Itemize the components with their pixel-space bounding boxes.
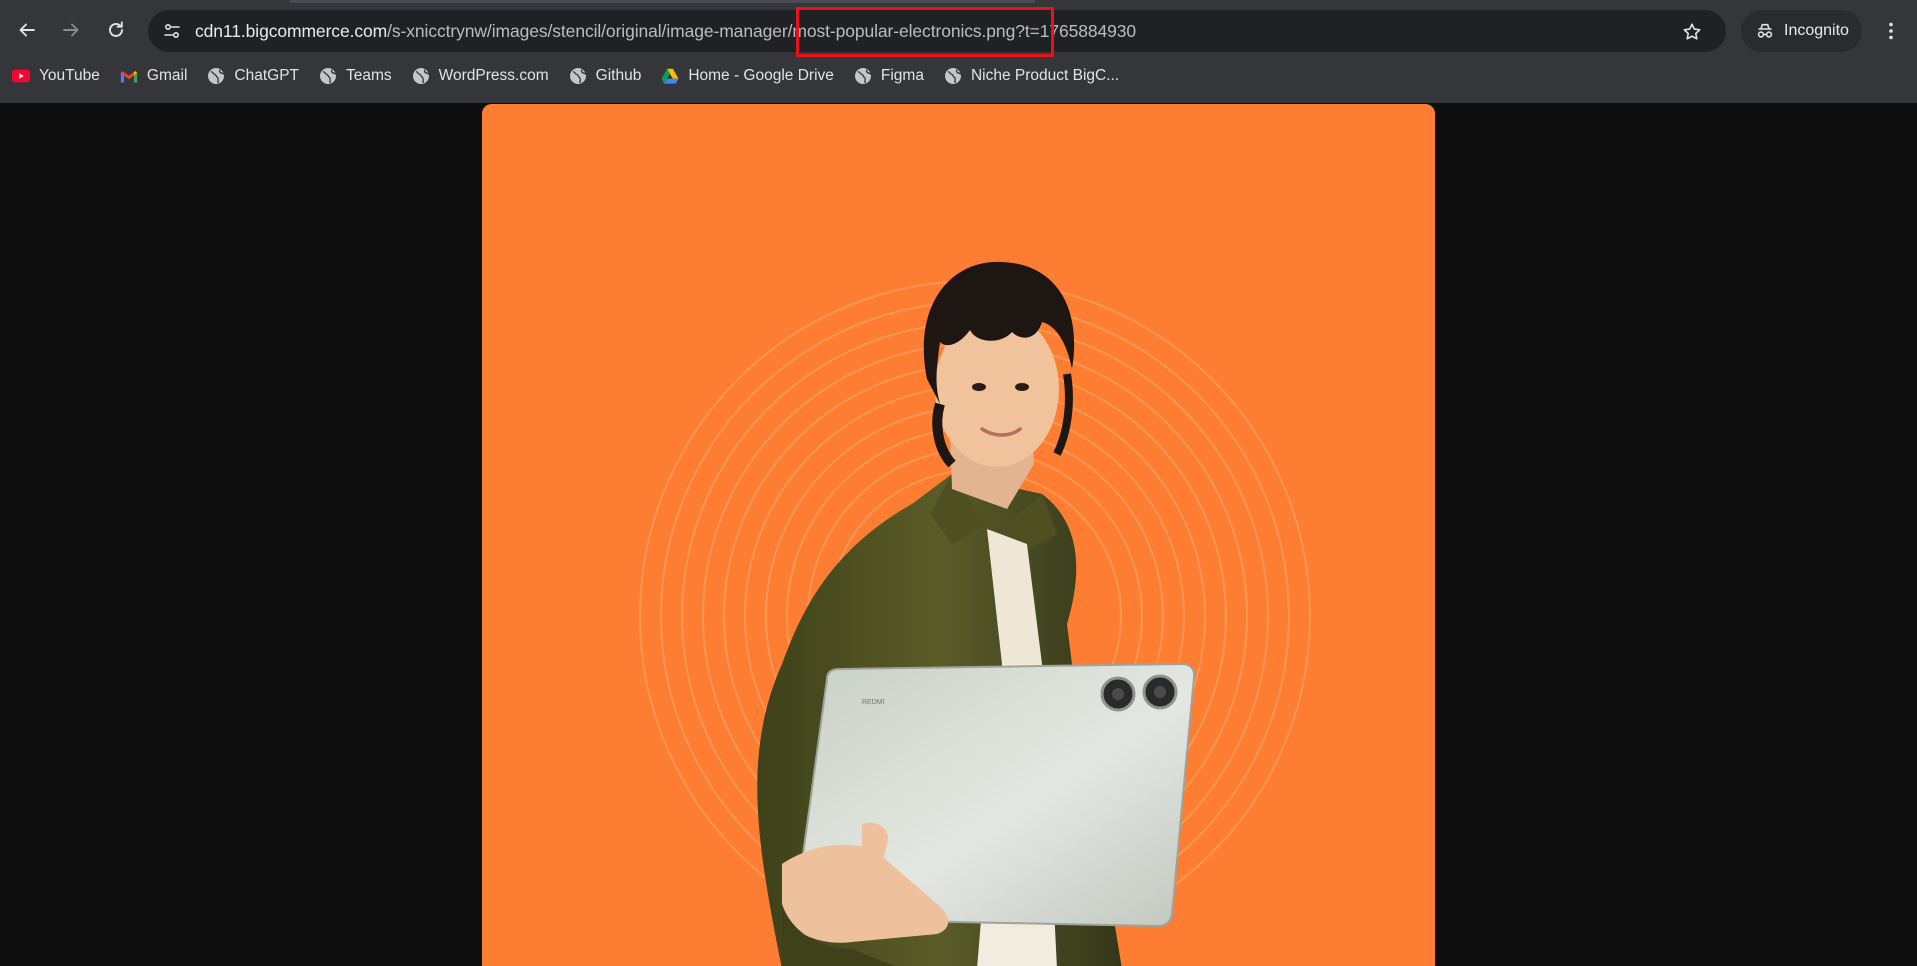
globe-icon	[569, 67, 587, 85]
bookmark-chatgpt[interactable]: ChatGPT	[195, 62, 307, 90]
google-drive-icon	[661, 67, 679, 85]
url-highlight-annotation	[796, 7, 1054, 57]
bookmark-gmail[interactable]: Gmail	[108, 62, 195, 90]
bookmark-youtube[interactable]: YouTube	[0, 62, 108, 90]
reload-button[interactable]	[98, 12, 134, 48]
globe-icon	[319, 67, 337, 85]
address-bar[interactable]: cdn11.bigcommerce.com/s-xnicctrynw/image…	[148, 7, 1726, 57]
star-icon	[1683, 23, 1701, 40]
bookmark-label: Home - Google Drive	[688, 67, 834, 84]
bookmark-github[interactable]: Github	[557, 62, 650, 90]
bookmark-label: Teams	[346, 67, 392, 84]
incognito-indicator[interactable]: Incognito	[1741, 10, 1862, 52]
bookmark-label: WordPress.com	[438, 67, 549, 84]
reload-icon	[109, 21, 123, 37]
url-host: cdn11.bigcommerce.com	[195, 21, 388, 41]
tablet-brand: REDMI	[862, 699, 885, 706]
incognito-label: Incognito	[1784, 22, 1849, 39]
bookmark-star-button[interactable]	[1678, 18, 1706, 46]
tune-icon	[164, 23, 180, 39]
bookmark-figma[interactable]: Figma	[842, 62, 932, 90]
product-image: REDMI	[482, 104, 1435, 966]
globe-icon	[412, 67, 430, 85]
bookmark-google-drive[interactable]: Home - Google Drive	[649, 62, 842, 90]
product-photo-illustration: REDMI	[482, 104, 1435, 966]
arrow-left-icon	[19, 23, 35, 37]
back-button[interactable]	[9, 12, 45, 48]
page-viewport: REDMI	[0, 103, 1917, 966]
active-tab-indicator	[290, 0, 1035, 3]
browser-toolbar: cdn11.bigcommerce.com/s-xnicctrynw/image…	[0, 0, 1917, 103]
bookmark-wordpress[interactable]: WordPress.com	[400, 62, 557, 90]
globe-icon	[207, 67, 225, 85]
gmail-icon	[120, 67, 138, 85]
bookmark-label: Github	[595, 67, 642, 84]
bookmark-label: YouTube	[39, 67, 100, 84]
bookmark-teams[interactable]: Teams	[307, 62, 400, 90]
bookmark-label: Gmail	[146, 67, 188, 84]
youtube-icon	[12, 67, 30, 85]
site-info-button[interactable]	[158, 17, 186, 45]
more-vertical-icon	[1889, 22, 1893, 40]
incognito-icon	[1757, 23, 1773, 38]
bookmark-label: Figma	[880, 67, 924, 84]
bookmark-label: Niche Product BigC...	[970, 67, 1120, 84]
forward-button[interactable]	[53, 12, 89, 48]
globe-icon	[944, 67, 962, 85]
bookmark-niche-product[interactable]: Niche Product BigC...	[932, 62, 1127, 90]
bookmarks-bar: YouTube Gmail ChatGPT Teams WordPress.co…	[0, 62, 1127, 90]
arrow-right-icon	[63, 23, 79, 37]
browser-menu-button[interactable]	[1876, 14, 1906, 48]
globe-icon	[854, 67, 872, 85]
bookmark-label: ChatGPT	[234, 67, 300, 84]
